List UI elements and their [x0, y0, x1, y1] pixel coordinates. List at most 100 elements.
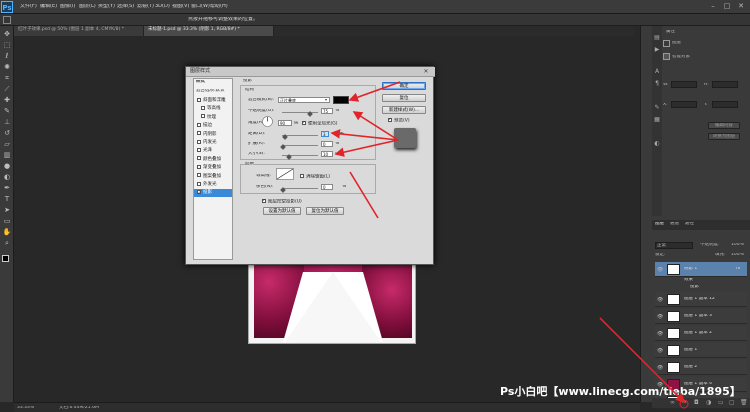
set-default-button[interactable]: 设置为默认值 [263, 207, 301, 215]
style-item[interactable]: 投影 [194, 189, 232, 197]
layer-opacity-value[interactable]: 100% [731, 243, 744, 248]
noise-slider[interactable] [282, 188, 318, 189]
zoom-icon[interactable]: ⌕ [2, 239, 12, 248]
style-item[interactable]: 内阴影 [194, 131, 232, 139]
eraser-icon[interactable]: ▱ [2, 140, 12, 149]
menu-filter[interactable]: 滤镜(T) [137, 4, 154, 9]
minimize-button[interactable]: – [708, 2, 718, 11]
maximize-button[interactable]: □ [722, 2, 732, 11]
style-item[interactable]: 内发光 [194, 139, 232, 147]
style-checkbox[interactable] [197, 189, 201, 196]
antialias-checkbox[interactable]: 消除锯齿(L) [300, 174, 330, 180]
dialog-close-icon[interactable]: ✕ [422, 68, 430, 76]
effects-label[interactable]: 效果 [684, 278, 693, 283]
style-item[interactable]: 光泽 [194, 147, 232, 155]
size-input[interactable]: 10 [321, 151, 333, 157]
character-panel-icon[interactable]: A [653, 68, 661, 76]
brush-panel-icon[interactable]: ✎ [653, 104, 661, 112]
history-brush-icon[interactable]: ↺ [2, 129, 12, 138]
properties-tab[interactable]: 属性 [666, 30, 675, 35]
new-layer-icon[interactable]: ▢ [729, 399, 735, 406]
menu-3d[interactable]: 3D(D) [155, 4, 170, 9]
style-item[interactable]: 等高线 [194, 105, 232, 113]
style-item[interactable]: 图案叠加 [194, 173, 232, 181]
style-item[interactable]: 颜色叠加 [194, 156, 232, 164]
menu-select[interactable]: 选择(S) [117, 4, 134, 9]
layer-name[interactable]: 阴影 1 [684, 267, 697, 272]
doc-tab-2[interactable]: 未标题-1.psd @ 33.3% (阴影 1, RGB/8#) * [144, 26, 274, 36]
w-input[interactable] [671, 81, 697, 88]
angle-dial-icon[interactable] [262, 116, 273, 127]
spread-slider[interactable] [282, 145, 318, 146]
menu-image[interactable]: 图像(I) [60, 4, 75, 9]
layer-name[interactable]: 图层 2 [684, 365, 697, 370]
style-checkbox[interactable] [197, 147, 201, 152]
pen-icon[interactable]: ✒ [2, 184, 12, 193]
layer-name[interactable]: 图层 1 副本 12 [684, 297, 715, 302]
visibility-eye-icon[interactable]: 👁 [657, 314, 663, 320]
blend-mode-select[interactable]: 正片叠底 [278, 97, 330, 103]
styles-header[interactable]: 样式 [196, 80, 205, 85]
blend-options-item[interactable]: 混合选项:默认 [196, 89, 225, 94]
ok-button[interactable]: 确定 [382, 82, 426, 90]
channels-tab[interactable]: 通道 [670, 222, 679, 227]
style-item[interactable]: 斜面和浮雕 [194, 97, 232, 105]
style-checkbox[interactable] [197, 122, 201, 127]
shadow-color-swatch[interactable] [333, 96, 349, 104]
add-mask-icon[interactable]: ◘ [694, 399, 699, 406]
layer-name[interactable]: 图层 1 副本 2 [684, 331, 712, 336]
tool-preset-icon[interactable] [3, 16, 11, 24]
noise-input[interactable]: 0 [321, 184, 333, 190]
style-checkbox[interactable] [197, 139, 201, 144]
delete-layer-icon[interactable]: 🗑 [740, 399, 748, 406]
y-input[interactable] [712, 101, 738, 108]
angle-input[interactable]: 90 [278, 120, 292, 126]
crop-icon[interactable]: ⌗ [2, 74, 12, 83]
h-input[interactable] [712, 81, 738, 88]
visibility-eye-icon[interactable]: 👁 [657, 297, 663, 303]
edit-contents-button[interactable]: 编辑内容 [708, 122, 740, 129]
style-item[interactable]: 外发光 [194, 181, 232, 189]
style-item[interactable]: 描边 [194, 122, 232, 130]
menu-edit[interactable]: 编辑(E) [40, 4, 57, 9]
cancel-button[interactable]: 复位 [382, 94, 426, 102]
marquee-icon[interactable]: ⬚ [2, 41, 12, 50]
visibility-eye-icon[interactable]: 👁 [657, 365, 663, 371]
healing-icon[interactable]: ✚ [2, 96, 12, 105]
style-item[interactable]: 纹理 [194, 114, 232, 122]
history-panel-icon[interactable]: ▤ [653, 34, 661, 42]
opacity-input[interactable]: 75 [321, 108, 333, 114]
menu-layer[interactable]: 图层(L) [79, 4, 96, 9]
global-light-checkbox[interactable]: 使用全局光(G) [302, 121, 338, 127]
menu-type[interactable]: 类型(Y) [98, 4, 115, 9]
blur-icon[interactable]: ● [2, 162, 12, 171]
menu-view[interactable]: 视图(V) [172, 4, 189, 9]
contour-preview-icon[interactable] [276, 168, 294, 180]
preview-checkbox[interactable]: 预览(V) [388, 118, 410, 124]
menu-help[interactable]: 帮助(H) [210, 4, 228, 9]
eyedropper-icon[interactable]: ⟋ [2, 85, 12, 94]
style-checkbox[interactable] [197, 181, 201, 186]
style-checkbox[interactable] [201, 105, 205, 110]
visibility-eye-icon[interactable]: 👁 [657, 331, 663, 337]
blend-mode-dropdown[interactable]: 正常 [655, 242, 693, 249]
type-icon[interactable]: T [2, 195, 12, 204]
adjustments-panel-icon[interactable]: ◐ [653, 140, 661, 148]
hand-icon[interactable]: ✋ [2, 228, 12, 237]
shape-icon[interactable]: ▭ [2, 217, 12, 226]
layers-tab[interactable]: 图层 [655, 222, 664, 227]
swatches-panel-icon[interactable]: ▦ [653, 116, 661, 124]
brush-icon[interactable]: ✎ [2, 107, 12, 116]
style-checkbox[interactable] [197, 156, 201, 161]
style-checkbox[interactable] [197, 164, 201, 169]
stamp-icon[interactable]: ⊥ [2, 118, 12, 127]
style-checkbox[interactable] [201, 114, 205, 119]
fill-value[interactable]: 100% [731, 253, 744, 258]
paths-tab[interactable]: 路径 [685, 222, 694, 227]
x-input[interactable] [671, 101, 697, 108]
paragraph-panel-icon[interactable]: ¶ [653, 80, 661, 88]
spread-input[interactable]: 0 [321, 141, 333, 147]
reset-default-button[interactable]: 复位为默认值 [306, 207, 344, 215]
convert-to-layers-button[interactable]: 转换为图层 [708, 133, 740, 140]
actions-panel-icon[interactable]: ▶ [653, 46, 661, 54]
